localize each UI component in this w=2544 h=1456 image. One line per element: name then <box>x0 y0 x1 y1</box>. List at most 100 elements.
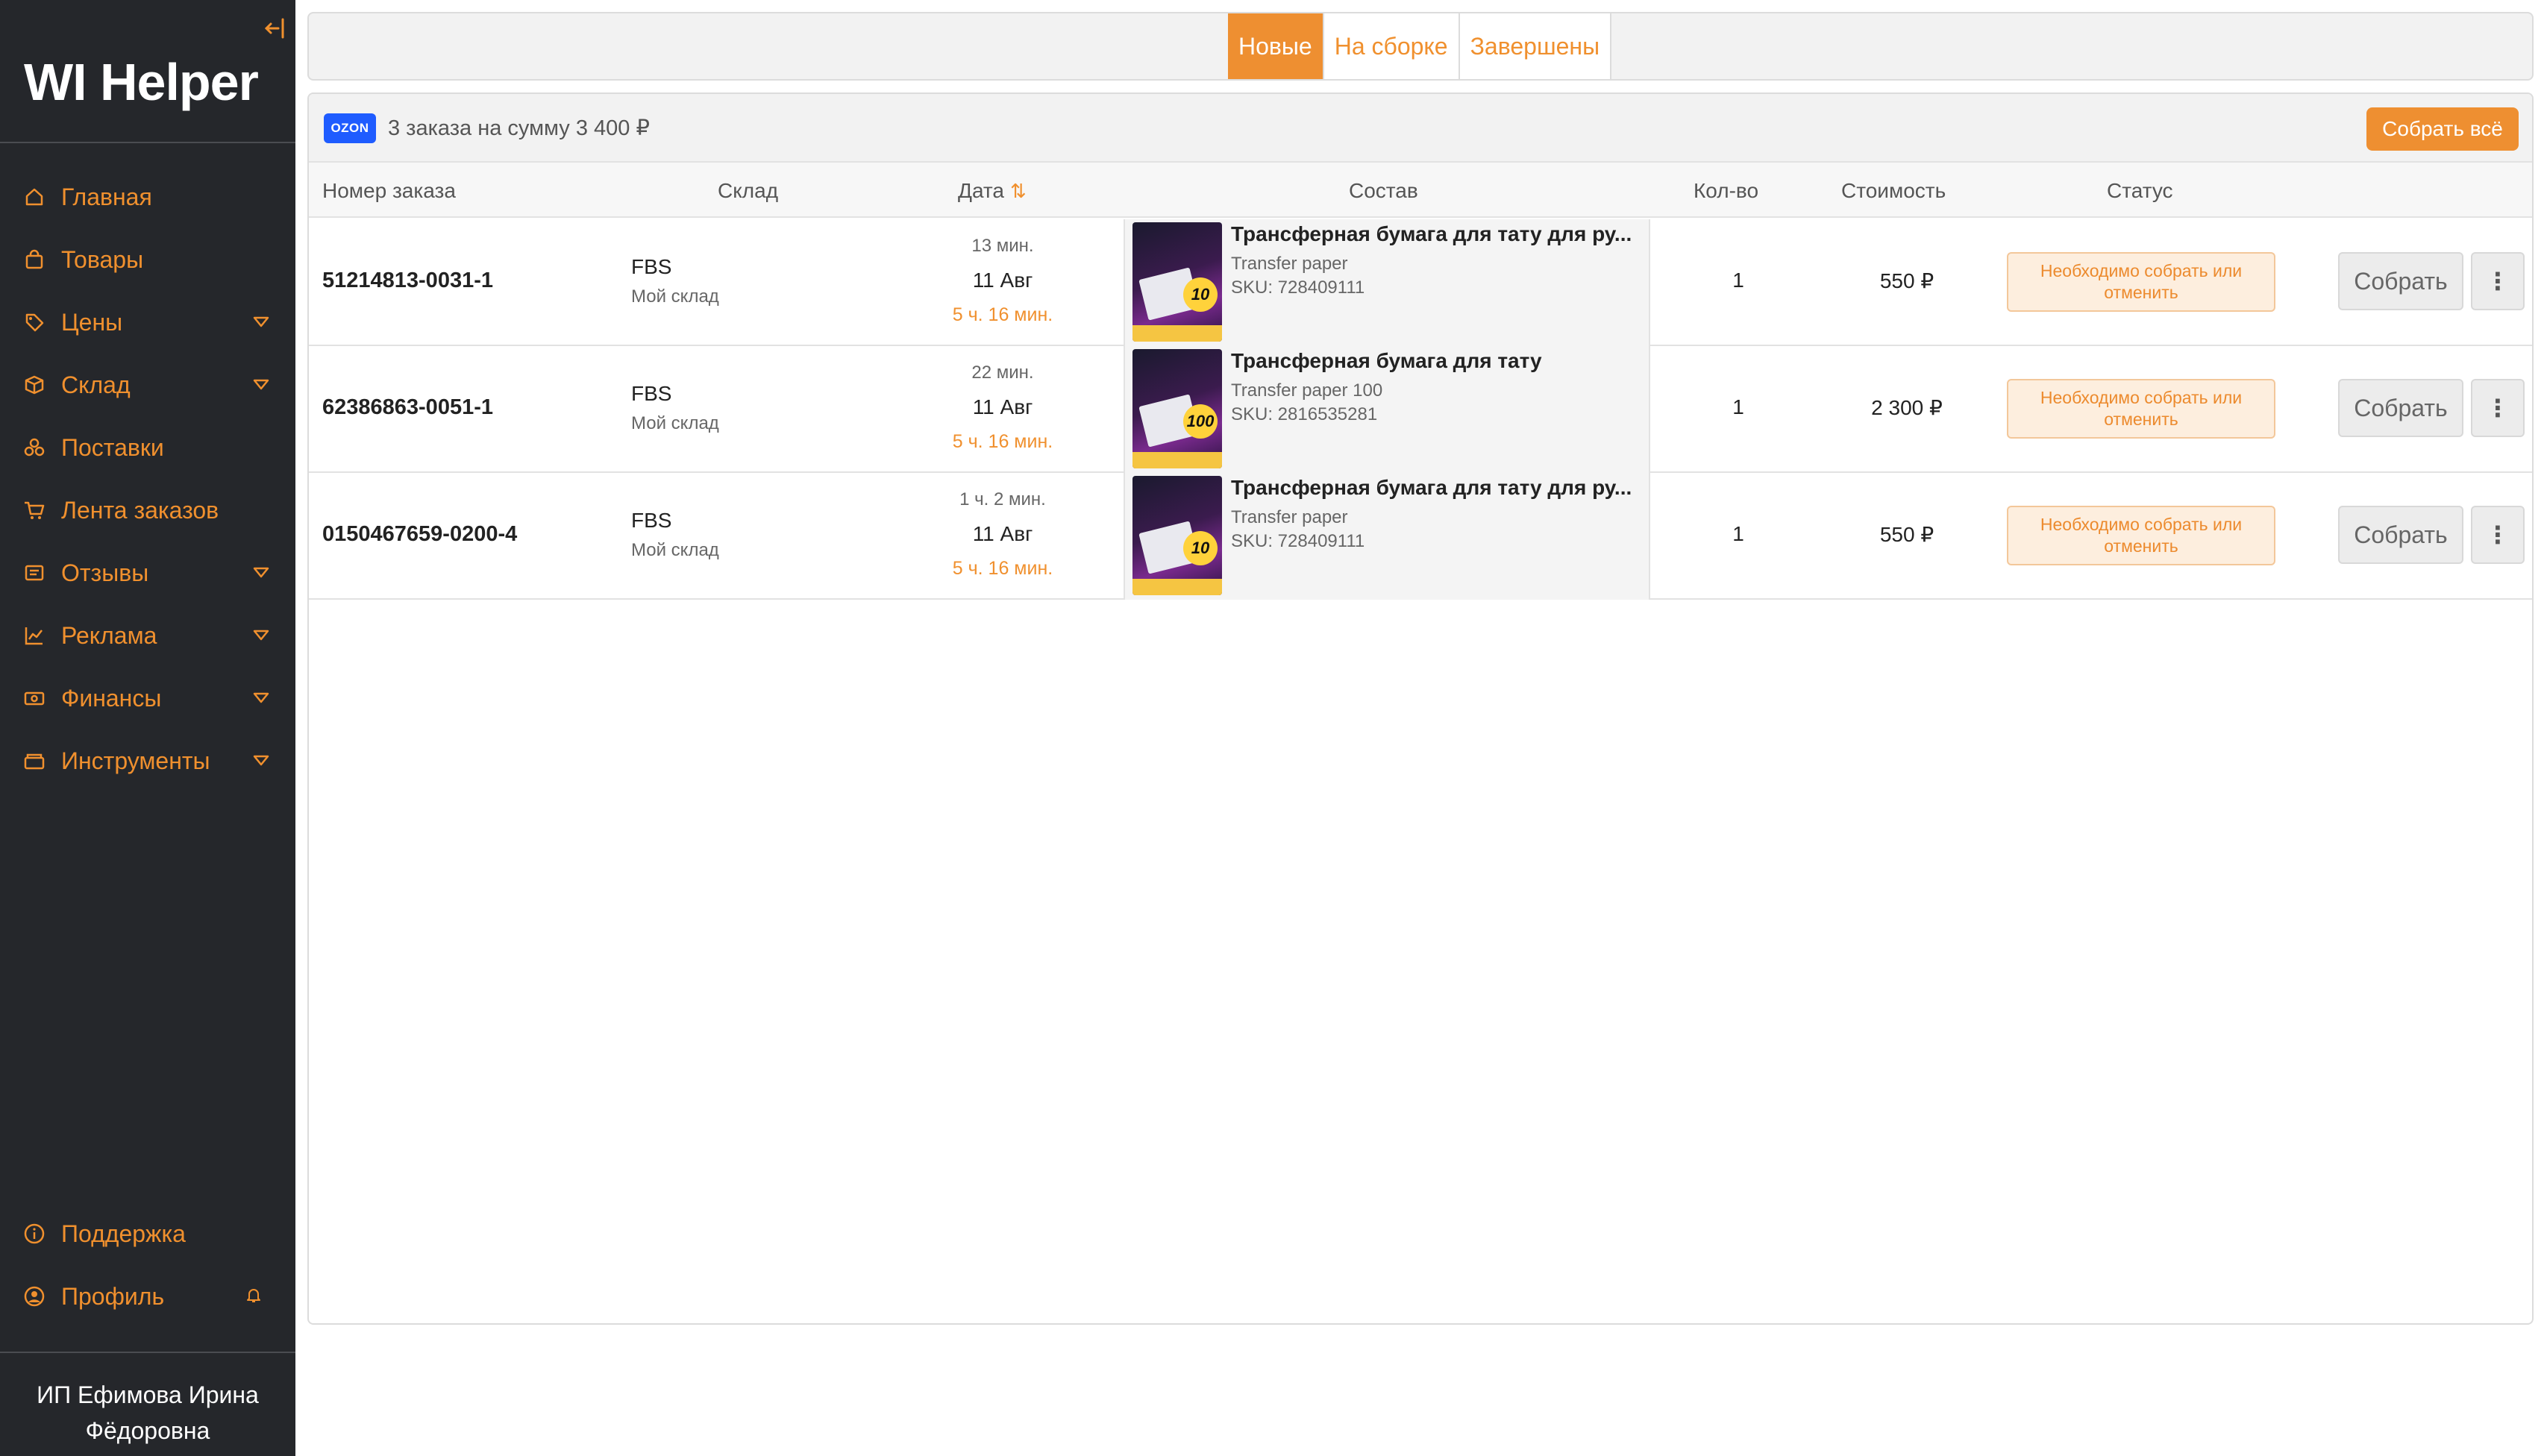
order-number[interactable]: 0150467659-0200-4 <box>322 522 517 547</box>
sidebar-item-supplies[interactable]: Поставки <box>0 416 295 479</box>
warehouse-name: Мой склад <box>631 540 719 560</box>
order-price: 2 300 ₽ <box>1871 396 1943 419</box>
column-header-date-label: Дата <box>958 179 1005 202</box>
warehouse-name: Мой склад <box>631 413 719 433</box>
reviews-icon <box>22 561 46 585</box>
collapse-left-icon[interactable] <box>263 16 286 43</box>
sidebar-item-reviews[interactable]: Отзывы <box>0 542 295 604</box>
assemble-button[interactable]: Собрать <box>2338 379 2463 437</box>
home-icon <box>22 185 46 209</box>
sidebar-item-label: Поддержка <box>61 1220 186 1247</box>
sidebar-item-prices[interactable]: Цены <box>0 291 295 354</box>
column-header-cost[interactable]: Стоимость <box>1841 179 1946 203</box>
sidebar-item-tools[interactable]: Инструменты <box>0 729 295 792</box>
orders-summary: 3 заказа на сумму 3 400 ₽ <box>388 116 650 140</box>
column-header-composition[interactable]: Состав <box>1349 179 1418 203</box>
table-header: Номер заказа Склад Дата ⇅ Состав Кол-во С… <box>309 163 2532 218</box>
chevron-down-icon[interactable] <box>252 689 270 707</box>
chevron-down-icon[interactable] <box>252 564 270 582</box>
order-qty: 1 <box>1732 522 1744 545</box>
status-badge: Необходимо собрать или отменить <box>2007 252 2275 312</box>
sidebar-item-label: Склад <box>61 371 131 398</box>
product-title[interactable]: Трансферная бумага для тату для ру... <box>1231 476 1641 500</box>
product-image[interactable]: 10 <box>1132 222 1222 342</box>
chevron-down-icon[interactable] <box>252 627 270 644</box>
boxes-icon <box>22 436 46 459</box>
assemble-button[interactable]: Собрать <box>2338 506 2463 564</box>
status-badge: Необходимо собрать или отменить <box>2007 379 2275 439</box>
app-logo[interactable]: WI Helper <box>24 52 259 112</box>
chevron-down-icon[interactable] <box>252 752 270 770</box>
user-circle-icon <box>22 1284 46 1308</box>
more-options-icon[interactable]: ⋮ <box>2471 506 2525 564</box>
info-icon <box>22 1222 46 1246</box>
column-header-qty[interactable]: Кол-во <box>1694 179 1758 203</box>
money-icon <box>22 686 46 710</box>
tab-new[interactable]: Новые <box>1228 13 1324 79</box>
product-sku: SKU: 2816535281 <box>1231 404 1378 424</box>
product-image-badge: 100 <box>1183 404 1218 439</box>
sidebar-item-support[interactable]: Поддержка <box>0 1202 295 1265</box>
tag-icon <box>22 310 46 334</box>
box-icon <box>22 373 46 397</box>
product-title[interactable]: Трансферная бумага для тату для ру... <box>1231 222 1641 246</box>
warehouse-type: FBS <box>631 255 672 278</box>
product-title[interactable]: Трансферная бумага для тату <box>1231 349 1641 373</box>
more-options-icon[interactable]: ⋮ <box>2471 252 2525 310</box>
sidebar-item-label: Финансы <box>61 684 162 712</box>
time-left: 5 ч. 16 мин. <box>952 431 1053 452</box>
sidebar-item-label: Цены <box>61 308 123 336</box>
more-options-icon[interactable]: ⋮ <box>2471 379 2525 437</box>
assemble-button[interactable]: Собрать <box>2338 252 2463 310</box>
tab-assembling[interactable]: На сборке <box>1323 13 1460 79</box>
order-day: 11 Авг <box>972 395 1033 418</box>
column-header-status[interactable]: Статус <box>2107 179 2173 203</box>
user-account-name[interactable]: ИП Ефимова Ирина Фёдоровна <box>0 1377 295 1449</box>
status-tabs: Новые На сборке Завершены <box>1228 13 1612 79</box>
bell-icon[interactable] <box>245 1286 263 1304</box>
product-image[interactable]: 100 <box>1132 349 1222 468</box>
sidebar-bottom-nav: Поддержка Профиль <box>0 1202 295 1328</box>
chevron-down-icon[interactable] <box>252 313 270 331</box>
status-tabs-bar: Новые На сборке Завершены <box>307 12 2534 81</box>
tab-completed[interactable]: Завершены <box>1459 13 1612 79</box>
sidebar-item-ads[interactable]: Реклама <box>0 604 295 667</box>
orders-panel-header: OZON 3 заказа на сумму 3 400 ₽ Собрать в… <box>309 94 2532 163</box>
sort-icon[interactable]: ⇅ <box>1010 180 1027 202</box>
order-number[interactable]: 51214813-0031-1 <box>322 269 493 293</box>
cart-icon <box>22 498 46 522</box>
sidebar-item-home[interactable]: Главная <box>0 166 295 228</box>
sidebar-nav: Главная Товары Цены Склад Поставки Лента… <box>0 166 295 792</box>
tools-icon <box>22 749 46 773</box>
order-day: 11 Авг <box>972 522 1033 545</box>
sidebar-item-label: Инструменты <box>61 747 210 774</box>
warehouse-type: FBS <box>631 509 672 532</box>
chevron-down-icon[interactable] <box>252 376 270 394</box>
sidebar-item-products[interactable]: Товары <box>0 228 295 291</box>
sidebar-item-warehouse[interactable]: Склад <box>0 354 295 416</box>
column-header-warehouse[interactable]: Склад <box>718 179 778 203</box>
time-left: 5 ч. 16 мин. <box>952 558 1053 579</box>
order-price: 550 ₽ <box>1879 269 1934 292</box>
order-number[interactable]: 62386863-0051-1 <box>322 395 493 420</box>
sidebar-item-finance[interactable]: Финансы <box>0 667 295 729</box>
order-price: 550 ₽ <box>1879 523 1934 546</box>
chart-line-icon <box>22 624 46 647</box>
column-header-date[interactable]: Дата ⇅ <box>958 179 1027 203</box>
sidebar-item-profile[interactable]: Профиль <box>0 1265 295 1328</box>
sidebar-item-orders-feed[interactable]: Лента заказов <box>0 479 295 542</box>
sidebar-item-label: Отзывы <box>61 559 149 586</box>
product-image[interactable]: 10 <box>1132 476 1222 595</box>
time-since-order: 13 мин. <box>971 236 1034 256</box>
table-row[interactable]: 62386863-0051-1 FBS Мой склад 22 мин. 11… <box>309 346 2532 473</box>
sidebar-item-label: Поставки <box>61 433 164 461</box>
column-header-order-no[interactable]: Номер заказа <box>322 179 456 203</box>
table-row[interactable]: 0150467659-0200-4 FBS Мой склад 1 ч. 2 м… <box>309 473 2532 600</box>
sidebar-divider <box>0 1352 295 1353</box>
product-subtitle: Transfer paper <box>1231 507 1348 527</box>
collect-all-button[interactable]: Собрать всё <box>2366 107 2519 151</box>
order-composition: 100 Трансферная бумага для тату Transfer… <box>1124 346 1650 473</box>
warehouse-type: FBS <box>631 382 672 405</box>
status-badge: Необходимо собрать или отменить <box>2007 506 2275 565</box>
table-row[interactable]: 51214813-0031-1 FBS Мой склад 13 мин. 11… <box>309 219 2532 346</box>
